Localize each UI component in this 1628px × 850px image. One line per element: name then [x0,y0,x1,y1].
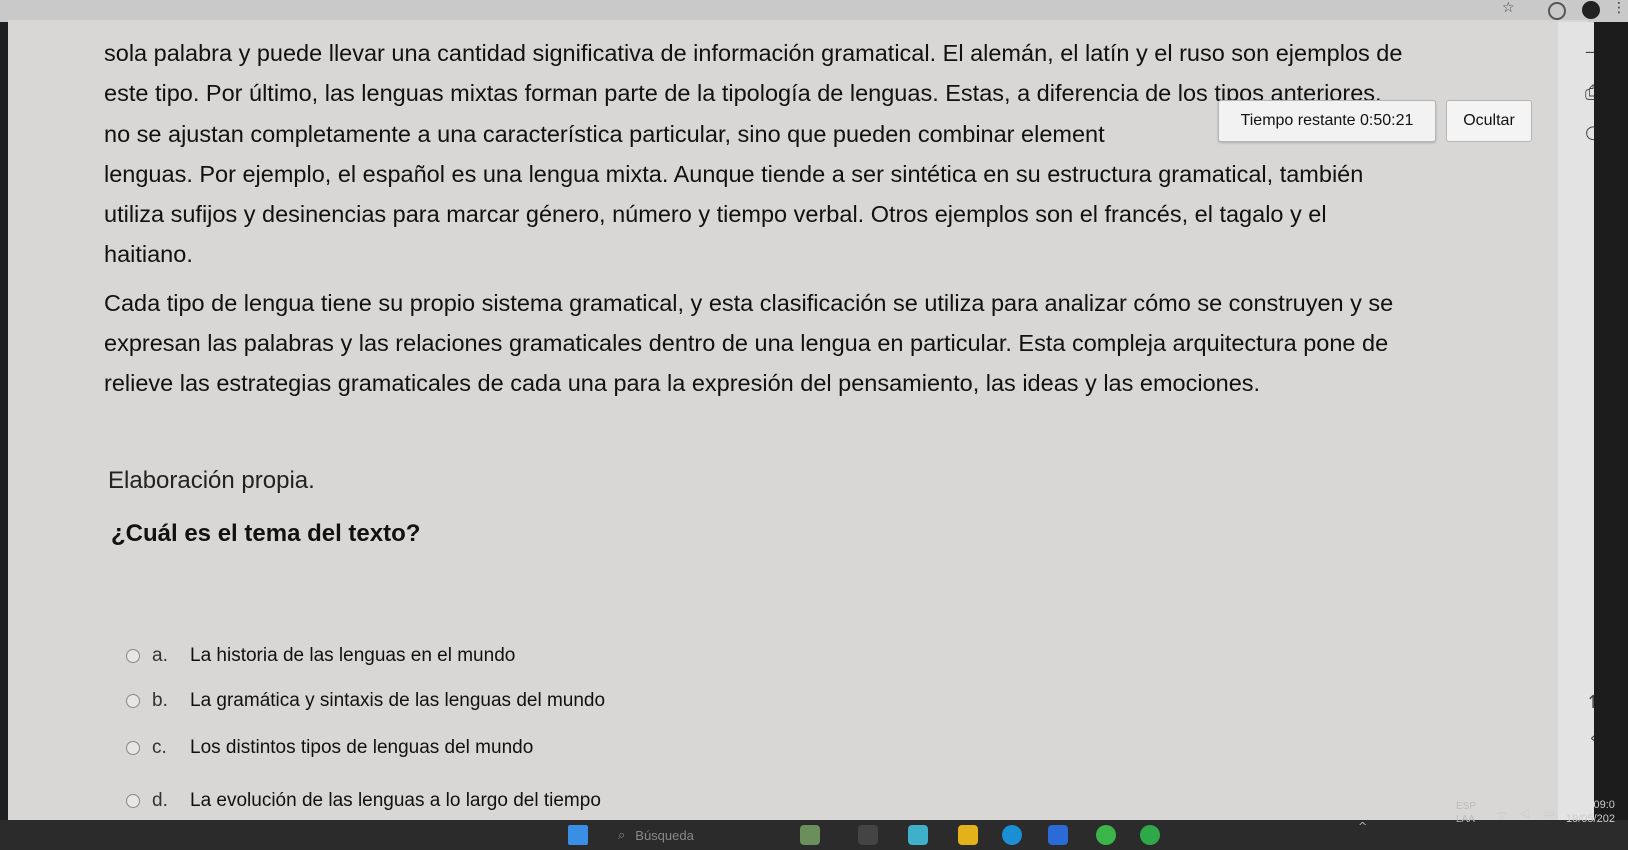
option-letter: d. [152,790,168,811]
radio-button[interactable] [126,694,140,708]
folder-icon[interactable] [958,825,978,845]
language-indicator[interactable]: ESP LAA [1456,800,1476,826]
clock-date: 19/05/202 [1566,813,1615,825]
radio-button[interactable] [126,741,140,755]
search-placeholder: Búsqueda [635,827,694,843]
star-icon[interactable]: ☆ [1502,0,1515,16]
passage-line: sola palabra y puede llevar una cantidad… [104,40,1403,66]
clock-time: 09:0 [1593,799,1615,811]
radio-button[interactable] [126,794,140,808]
extension-icon[interactable] [1548,2,1566,20]
source-caption: Elaboración propia. [108,467,315,494]
option-d[interactable]: d. La evolución de las lenguas a lo larg… [126,785,601,817]
search-icon: ⌕ [618,827,626,843]
option-b[interactable]: b. La gramática y sintaxis de las lengua… [126,685,605,717]
scrollbar[interactable] [1594,22,1628,822]
passage-line: Cada tipo de lengua tiene su propio sist… [104,290,1394,316]
radio-button[interactable] [126,649,140,663]
passage-line: este tipo. Por último, las lenguas mixta… [104,80,1382,106]
app-icon[interactable] [858,825,878,845]
battery-icon[interactable]: ▭ [1544,806,1555,820]
lang-top: ESP [1456,801,1477,812]
chrome-icon[interactable] [1140,825,1160,845]
windows-start-icon[interactable] [568,825,588,845]
option-text: La historia de las lenguas en el mundo [190,645,516,666]
option-c[interactable]: c. Los distintos tipos de lenguas del mu… [126,732,533,764]
passage-line: expresan las palabras y las relaciones g… [104,330,1389,356]
question-title: ¿Cuál es el tema del texto? [111,520,421,547]
menu-icon[interactable]: ⋮ [1612,0,1626,16]
option-letter: c. [152,737,167,758]
passage-line: lenguas. Por ejemplo, el español es una … [104,161,1364,187]
timer-label: Tiempo restante [1240,112,1356,129]
option-text: La gramática y sintaxis de las lenguas d… [190,690,606,711]
chevron-up-icon[interactable]: ^ [1358,820,1367,833]
widget-icon[interactable] [800,825,820,845]
taskbar: ⌕ Búsqueda ^ [0,820,1628,850]
option-letter: b. [152,690,168,711]
passage-line: relieve las estrategias gramaticales de … [104,370,1261,396]
edge-icon[interactable] [1002,825,1022,845]
passage-line: haitiano. [104,241,193,267]
volume-icon[interactable]: ◁ [1520,806,1529,820]
system-clock[interactable]: 09:0 19/05/202 [1566,798,1615,826]
app-icon[interactable] [908,825,928,845]
passage-line: no se ajustan completamente a una caract… [104,121,1105,147]
wifi-icon[interactable]: ᯤ [1496,806,1507,823]
timer-value: 0:50:21 [1360,112,1414,129]
time-remaining: Tiempo restante 0:50:21 [1218,100,1436,142]
browser-toolbar: ☆ ⋮ [0,0,1628,22]
hide-timer-button[interactable]: Ocultar [1446,100,1532,142]
chrome-icon[interactable] [1096,825,1116,845]
lang-bottom: LAA [1456,814,1475,825]
option-text: La evolución de las lenguas a lo largo d… [190,790,601,811]
passage-line: utiliza sufijos y desinencias para marca… [104,201,1327,227]
option-a[interactable]: a. La historia de las lenguas en el mund… [126,640,515,672]
store-icon[interactable] [1048,825,1068,845]
taskbar-search[interactable]: ⌕ Búsqueda [618,823,758,847]
option-text: Los distintos tipos de lenguas del mundo [190,737,534,758]
option-letter: a. [152,645,168,666]
profile-avatar[interactable] [1582,1,1600,19]
